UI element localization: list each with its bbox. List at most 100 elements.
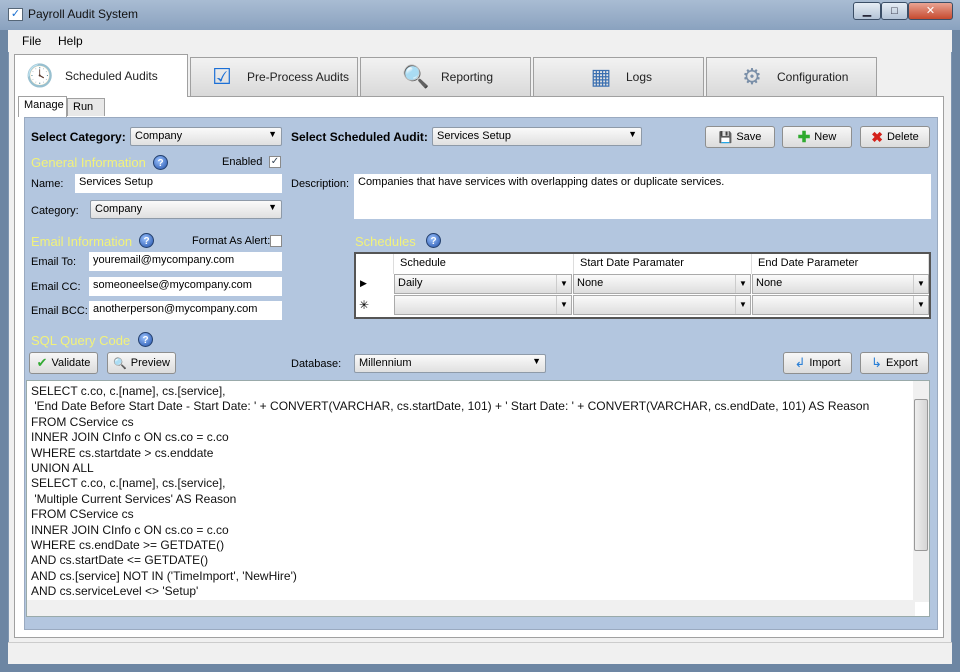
tab-label: Logs — [626, 70, 653, 84]
help-icon[interactable]: ? — [138, 332, 153, 347]
email-to-input[interactable]: youremail@mycompany.com — [89, 252, 282, 271]
start-date-cell[interactable]: ▼ — [573, 295, 751, 315]
enabled-label: Enabled — [222, 156, 263, 168]
help-icon[interactable]: ? — [139, 233, 154, 248]
subtab-run[interactable]: Run — [67, 98, 105, 116]
sql-code-text[interactable]: SELECT c.co, c.[name], cs.[service], 'En… — [31, 384, 869, 600]
app-icon: ✓ — [8, 8, 23, 21]
tab-configuration[interactable]: ⚙ Configuration — [706, 57, 877, 96]
cell-value: Daily — [398, 277, 423, 289]
button-label: Preview — [130, 357, 170, 369]
clipboard-check-icon: ☑ — [212, 64, 232, 89]
select-audit-combo[interactable]: Services Setup ▼ — [432, 127, 642, 146]
enabled-checkbox[interactable]: ✓ — [269, 156, 281, 168]
status-bar — [8, 642, 952, 664]
delete-button[interactable]: ✖ Delete — [860, 126, 930, 148]
tab-scheduled-audits[interactable]: 🕓 Scheduled Audits — [14, 54, 188, 97]
scrollbar-thumb[interactable] — [914, 399, 928, 551]
chevron-down-icon: ▼ — [735, 296, 750, 314]
end-date-cell[interactable]: ▼ — [752, 295, 929, 315]
cell-value: None — [577, 277, 604, 289]
select-audit-label: Select Scheduled Audit: — [291, 130, 428, 144]
select-category-label: Select Category: — [31, 130, 126, 144]
new-row-icon: ✳ — [359, 298, 370, 312]
category-combo[interactable]: Company ▼ — [90, 200, 282, 219]
schedule-cell[interactable]: ▼ — [394, 295, 572, 315]
combo-value: Company — [95, 203, 143, 215]
tab-label: Pre-Process Audits — [247, 70, 350, 84]
help-icon[interactable]: ? — [153, 155, 168, 170]
end-date-cell[interactable]: None ▼ — [752, 274, 929, 294]
database-label: Database: — [291, 358, 342, 370]
export-button[interactable]: ↳ Export — [860, 352, 929, 374]
column-header[interactable]: End Date Parameter — [752, 254, 929, 274]
sql-code-editor[interactable]: SELECT c.co, c.[name], cs.[service], 'En… — [26, 380, 930, 617]
chevron-down-icon: ▼ — [532, 356, 541, 366]
general-info-heading: General Information — [31, 155, 146, 170]
cell-value: None — [756, 277, 783, 289]
column-header[interactable]: Start Date Paramater — [574, 254, 752, 274]
email-info-heading: Email Information — [31, 234, 133, 249]
current-row-icon: ▶ — [360, 278, 367, 288]
column-header[interactable]: Schedule — [394, 254, 574, 274]
horizontal-scrollbar[interactable] — [27, 600, 915, 616]
tab-pre-process-audits[interactable]: ☑ Pre-Process Audits — [190, 57, 358, 96]
floppy-icon: 💾 — [718, 131, 733, 144]
help-icon[interactable]: ? — [426, 233, 441, 248]
check-circle-icon: ✔ — [36, 355, 48, 370]
tab-reporting[interactable]: 🔍 Reporting — [360, 57, 531, 96]
schedules-heading: Schedules — [355, 234, 416, 249]
tab-label: Configuration — [777, 70, 849, 84]
database-combo[interactable]: Millennium ▼ — [354, 354, 546, 373]
tab-logs[interactable]: ▦ Logs — [533, 57, 704, 96]
combo-value: Millennium — [359, 357, 412, 369]
start-date-cell[interactable]: None ▼ — [573, 274, 751, 294]
button-label: Delete — [886, 131, 919, 143]
description-label: Description: — [291, 178, 350, 190]
button-label: New — [814, 131, 837, 143]
maximize-button[interactable]: □ — [881, 2, 908, 20]
menu-file[interactable]: File — [22, 34, 41, 48]
email-bcc-input[interactable]: anotherperson@mycompany.com — [89, 301, 282, 320]
window-title: Payroll Audit System — [28, 7, 139, 21]
import-button[interactable]: ↲ Import — [783, 352, 852, 374]
save-button[interactable]: 💾 Save — [705, 126, 775, 148]
email-bcc-label: Email BCC: — [31, 305, 88, 317]
tab-label: Scheduled Audits — [65, 69, 158, 83]
x-icon: ✖ — [871, 128, 883, 145]
preview-button[interactable]: 🔍 Preview — [107, 352, 176, 374]
email-cc-input[interactable]: someoneelse@mycompany.com — [89, 277, 282, 296]
format-alert-label: Format As Alert: — [192, 235, 271, 247]
category-label: Category: — [31, 205, 79, 217]
menu-help[interactable]: Help — [58, 34, 83, 48]
plus-icon: ✚ — [797, 129, 811, 146]
title-bar — [0, 0, 960, 30]
export-arrow-icon: ↳ — [871, 355, 883, 370]
validate-button[interactable]: ✔ Validate — [29, 352, 98, 374]
menu-bar — [8, 30, 952, 52]
tab-label: Reporting — [441, 70, 494, 84]
close-button[interactable]: ✕ — [908, 2, 953, 20]
minimize-button[interactable]: ▁ — [853, 2, 881, 20]
chevron-down-icon: ▼ — [628, 129, 637, 139]
magnifier-icon: 🔍 — [113, 357, 127, 370]
schedule-cell[interactable]: Daily ▼ — [394, 274, 572, 294]
subtab-manage[interactable]: Manage — [18, 96, 67, 117]
email-to-label: Email To: — [31, 256, 77, 268]
email-cc-label: Email CC: — [31, 281, 81, 293]
name-input[interactable]: Services Setup — [75, 174, 282, 193]
chevron-down-icon: ▼ — [735, 275, 750, 293]
chevron-down-icon: ▼ — [913, 296, 928, 314]
report-search-icon: 🔍 — [402, 64, 430, 89]
select-category-combo[interactable]: Company ▼ — [130, 127, 282, 146]
description-input[interactable]: Companies that have services with overla… — [354, 174, 931, 219]
vertical-scrollbar[interactable] — [913, 381, 929, 602]
chevron-down-icon: ▼ — [556, 296, 571, 314]
new-button[interactable]: ✚ New — [782, 126, 852, 148]
sql-heading: SQL Query Code — [31, 333, 131, 348]
row-header-corner — [356, 254, 394, 274]
button-label: Save — [736, 131, 762, 143]
format-alert-checkbox[interactable] — [270, 235, 282, 247]
gear-icon: ⚙ — [742, 64, 762, 89]
chevron-down-icon: ▼ — [556, 275, 571, 293]
